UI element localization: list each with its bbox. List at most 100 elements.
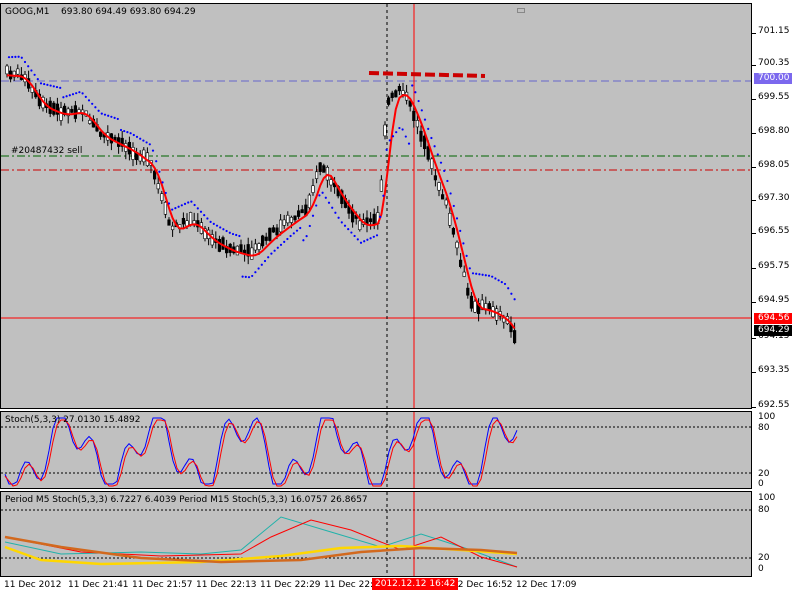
sar-dot: [305, 235, 308, 238]
candle-body: [466, 287, 470, 296]
sar-dot: [404, 135, 407, 138]
sar-dot: [17, 55, 20, 58]
sar-dot: [62, 96, 65, 99]
sar-dot: [283, 240, 286, 243]
sar-dot: [286, 237, 289, 241]
sar-dot: [100, 112, 103, 115]
sar-dot: [337, 216, 340, 219]
candle-body: [289, 216, 294, 223]
candle-body: [221, 237, 225, 250]
stochastic-pane[interactable]: Stoch(5,3,3) 27.0130 15.4892: [0, 411, 752, 489]
sar-dot: [331, 206, 334, 209]
sar-dot: [302, 239, 305, 242]
price-chart-canvas[interactable]: [1, 4, 752, 409]
candle-body: [70, 109, 74, 113]
period-stochastic-pane[interactable]: Period M5 Stoch(5,3,3) 6.7227 6.4039 Per…: [0, 491, 752, 577]
candle-body: [307, 194, 312, 209]
time-tick: 12 Dec 16:52: [452, 580, 513, 590]
candle-body: [415, 120, 420, 128]
sar-dot: [222, 228, 225, 231]
candle-body: [5, 65, 9, 75]
candle-body: [512, 330, 517, 344]
sar-dot: [68, 94, 71, 97]
candle-body: [160, 193, 164, 201]
sar-dot: [78, 91, 81, 94]
candle-body: [189, 212, 193, 226]
sar-dot: [273, 249, 276, 252]
price-chart-pane[interactable]: GOOG,M1 693.80 694.49 693.80 694.29 #204…: [0, 3, 752, 409]
sar-dot: [193, 203, 196, 207]
sar-dot: [81, 92, 84, 95]
candle-body: [318, 162, 322, 172]
sar-dot: [123, 129, 126, 133]
candle-body: [458, 259, 463, 267]
sar-dot: [206, 217, 209, 220]
sar-dot: [395, 131, 398, 134]
sar-dot: [484, 274, 487, 277]
sar-dot: [135, 135, 139, 138]
candle-body: [455, 241, 459, 249]
sar-dot: [491, 275, 494, 278]
time-tick: 11 Dec 22:13: [196, 580, 257, 590]
sar-dot: [427, 127, 430, 130]
sar-dot: [7, 56, 11, 59]
sar-dot: [267, 256, 270, 259]
candle-body: [368, 218, 373, 223]
sar-dot: [366, 238, 369, 241]
mtf-tick: 20: [758, 553, 770, 563]
sar-dot: [481, 273, 484, 276]
candle-body: [394, 90, 398, 98]
candle-body: [16, 68, 20, 75]
candle-body: [390, 92, 394, 98]
sar-dot: [87, 99, 91, 102]
sar-dot: [439, 161, 443, 164]
sar-dot: [23, 60, 27, 64]
candle-body: [444, 199, 448, 206]
sar-dot: [350, 231, 353, 234]
candle-body: [322, 165, 326, 173]
sar-dot: [299, 226, 302, 230]
candle-body: [401, 90, 405, 95]
candle-body: [153, 170, 157, 180]
candle-body: [419, 130, 423, 142]
sar-dot: [155, 160, 158, 163]
moving-average-line: [6, 74, 516, 330]
sar-dot: [494, 277, 497, 280]
candle-body: [271, 227, 276, 233]
candle-body: [314, 171, 319, 179]
sar-dot: [75, 92, 78, 95]
sar-dot: [311, 214, 315, 217]
sar-dot: [411, 84, 414, 87]
candle-body: [163, 202, 168, 215]
candle-body: [286, 214, 290, 224]
sar-dot: [11, 55, 14, 59]
candle-body: [217, 238, 222, 252]
sar-dot: [103, 113, 107, 116]
sar-dot: [113, 116, 116, 119]
stoch-signal-line: [4, 419, 518, 487]
candle-body: [167, 219, 171, 226]
sar-dot: [468, 267, 471, 270]
sar-dot: [324, 196, 327, 199]
scroll-corner-icon[interactable]: [517, 8, 525, 13]
sar-dot: [276, 246, 279, 249]
time-axis[interactable]: 11 Dec 2012 11 Dec 21:41 11 Dec 21:57 11…: [0, 577, 752, 595]
price-tick: 699.55: [758, 92, 790, 102]
price-tick: 698.05: [758, 160, 790, 170]
sar-dot: [372, 235, 375, 238]
candle-body: [430, 158, 434, 169]
sar-dot: [209, 220, 212, 224]
price-tick: 694.95: [758, 295, 790, 305]
stoch-main-line: [4, 417, 518, 485]
sar-dot: [39, 82, 43, 85]
candle-body: [386, 97, 391, 105]
candle-body: [156, 183, 160, 190]
candle-body: [181, 217, 186, 225]
m5-main-line: [4, 516, 518, 568]
sar-dot: [449, 192, 452, 195]
sar-dot: [59, 86, 62, 89]
sar-dot: [452, 204, 455, 208]
sar-dot: [292, 232, 295, 235]
price-scale[interactable]: 701.15 700.35 699.55 698.80 698.05 697.3…: [752, 0, 797, 578]
sar-dot: [97, 109, 100, 112]
